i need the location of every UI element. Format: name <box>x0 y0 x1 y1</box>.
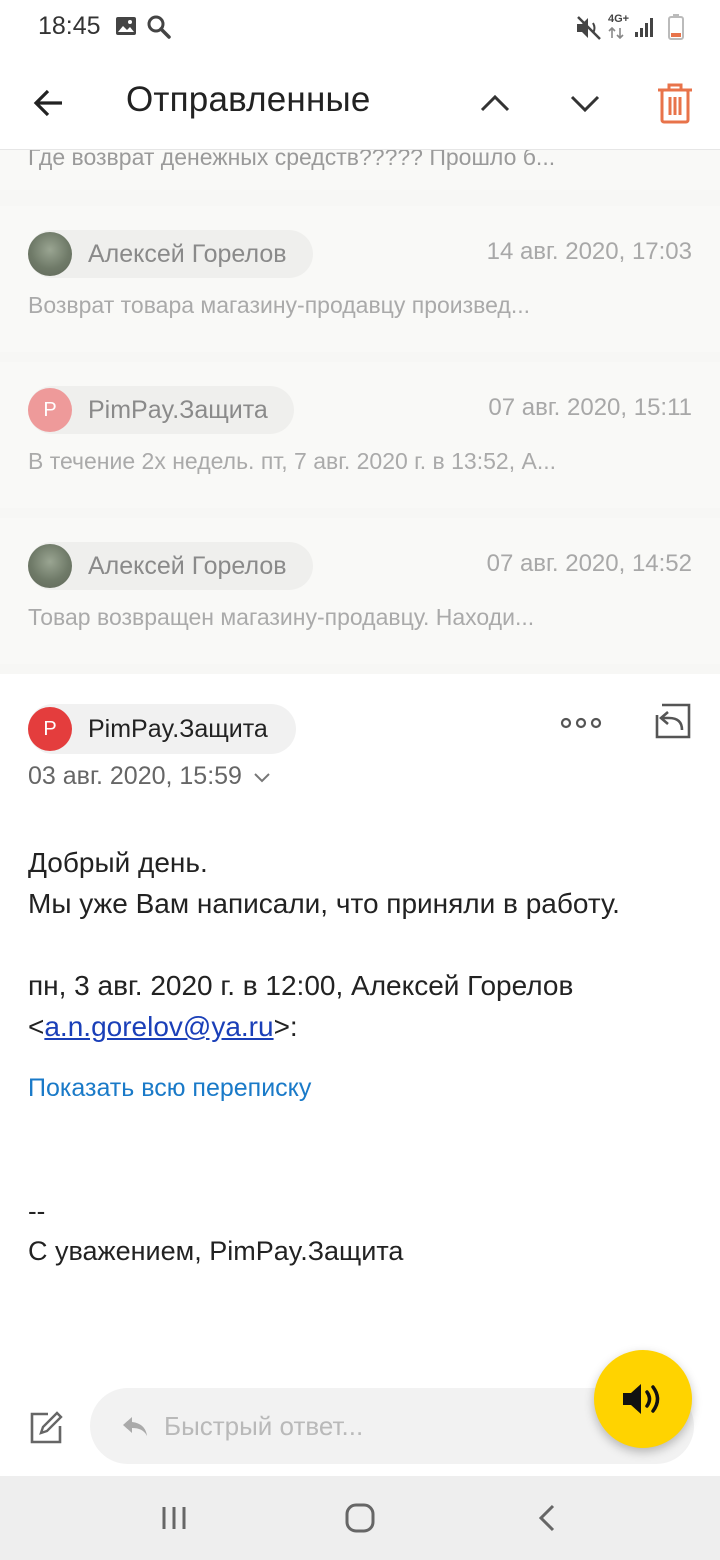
sender-name: Алексей Горелов <box>88 239 287 268</box>
trash-icon[interactable] <box>650 78 700 128</box>
avatar: P <box>28 707 72 751</box>
avatar <box>28 232 72 276</box>
thread-snippet: Возврат товара магазину-продавцу произве… <box>28 292 531 318</box>
sender-name: PimPay.Защита <box>88 714 268 743</box>
thread-list: Где возврат денежных средств????? Прошло… <box>0 150 720 674</box>
sender-chip[interactable]: Алексей Горелов <box>28 230 313 278</box>
thread-item[interactable]: P PimPay.Защита 07 авг. 2020, 15:11 В те… <box>0 362 720 508</box>
avatar: P <box>28 388 72 432</box>
body-text: Мы уже Вам написали, что приняли в работ… <box>28 888 620 919</box>
home-icon[interactable] <box>338 1496 382 1540</box>
recent-apps-icon[interactable] <box>152 1496 196 1540</box>
back-arrow-icon[interactable] <box>24 78 74 128</box>
thread-date: 07 авг. 2020, 15:11 <box>488 394 692 421</box>
mute-vibrate-icon <box>574 14 604 47</box>
status-bar: 18:45 4G+ <box>0 0 720 56</box>
thread-item[interactable]: Алексей Горелов 14 авг. 2020, 17:03 Возв… <box>0 206 720 352</box>
compose-icon[interactable] <box>28 1410 64 1446</box>
avatar <box>28 544 72 588</box>
message-date[interactable]: 03 авг. 2020, 15:59 <box>28 762 271 791</box>
thread-item-cut[interactable]: Где возврат денежных средств????? Прошло… <box>0 150 720 190</box>
thread-snippet: В течение 2х недель. пт, 7 авг. 2020 г. … <box>28 448 556 474</box>
show-all-link[interactable]: Показать всю переписку <box>28 1074 311 1103</box>
quote-header: пн, 3 авг. 2020 г. в 12:00, Алексей Горе… <box>28 970 574 1001</box>
signal-icon <box>634 16 656 43</box>
sender-chip[interactable]: P PimPay.Защита <box>28 704 296 754</box>
network-type: 4G+ <box>608 13 630 25</box>
voice-read-button[interactable] <box>594 1350 692 1448</box>
search-icon <box>146 14 172 45</box>
app-bar: Отправленные <box>0 56 720 150</box>
data-arrows-icon <box>608 26 626 44</box>
system-nav-bar <box>0 1476 720 1560</box>
email-link[interactable]: a.n.gorelov@ya.ru <box>44 1011 273 1042</box>
sender-chip[interactable]: Алексей Горелов <box>28 542 313 590</box>
thread-item[interactable]: Алексей Горелов 07 авг. 2020, 14:52 Това… <box>0 518 720 664</box>
sender-name: PimPay.Защита <box>88 395 268 424</box>
status-time: 18:45 <box>38 12 101 40</box>
message-date-text: 03 авг. 2020, 15:59 <box>28 762 242 790</box>
more-options-icon[interactable] <box>558 708 604 738</box>
thread-snippet: Товар возвращен магазину-продавцу. Наход… <box>28 604 535 630</box>
speaker-icon <box>623 1384 660 1414</box>
battery-icon <box>668 14 684 45</box>
thread-date: 07 авг. 2020, 14:52 <box>486 550 692 577</box>
thread-snippet-cut: Где возврат денежных средств????? Прошло… <box>28 150 556 170</box>
signature: С уважением, PimPay.Защита <box>28 1236 404 1266</box>
quick-reply-placeholder: Быстрый ответ... <box>164 1410 364 1441</box>
chevron-down-icon[interactable] <box>560 78 610 128</box>
chevron-down-icon <box>254 773 270 783</box>
sender-chip[interactable]: P PimPay.Защита <box>28 386 294 434</box>
sender-name: Алексей Горелов <box>88 551 287 580</box>
message-body: Добрый день. Мы уже Вам написали, что пр… <box>28 842 698 1047</box>
chevron-up-icon[interactable] <box>470 78 520 128</box>
page-title: Отправленные <box>126 80 371 119</box>
open-message: P PimPay.Защита 03 авг. 2020, 15:59 Добр… <box>0 674 720 1476</box>
image-icon <box>114 14 138 43</box>
quote-email-line: <a.n.gorelov@ya.ru>: <box>28 1011 298 1042</box>
signature-dash: -- <box>28 1196 46 1226</box>
reply-icon[interactable] <box>652 700 698 746</box>
back-icon[interactable] <box>526 1496 570 1540</box>
reply-arrow-icon <box>123 1417 147 1436</box>
body-greeting: Добрый день. <box>28 847 208 878</box>
thread-date: 14 авг. 2020, 17:03 <box>486 238 692 265</box>
